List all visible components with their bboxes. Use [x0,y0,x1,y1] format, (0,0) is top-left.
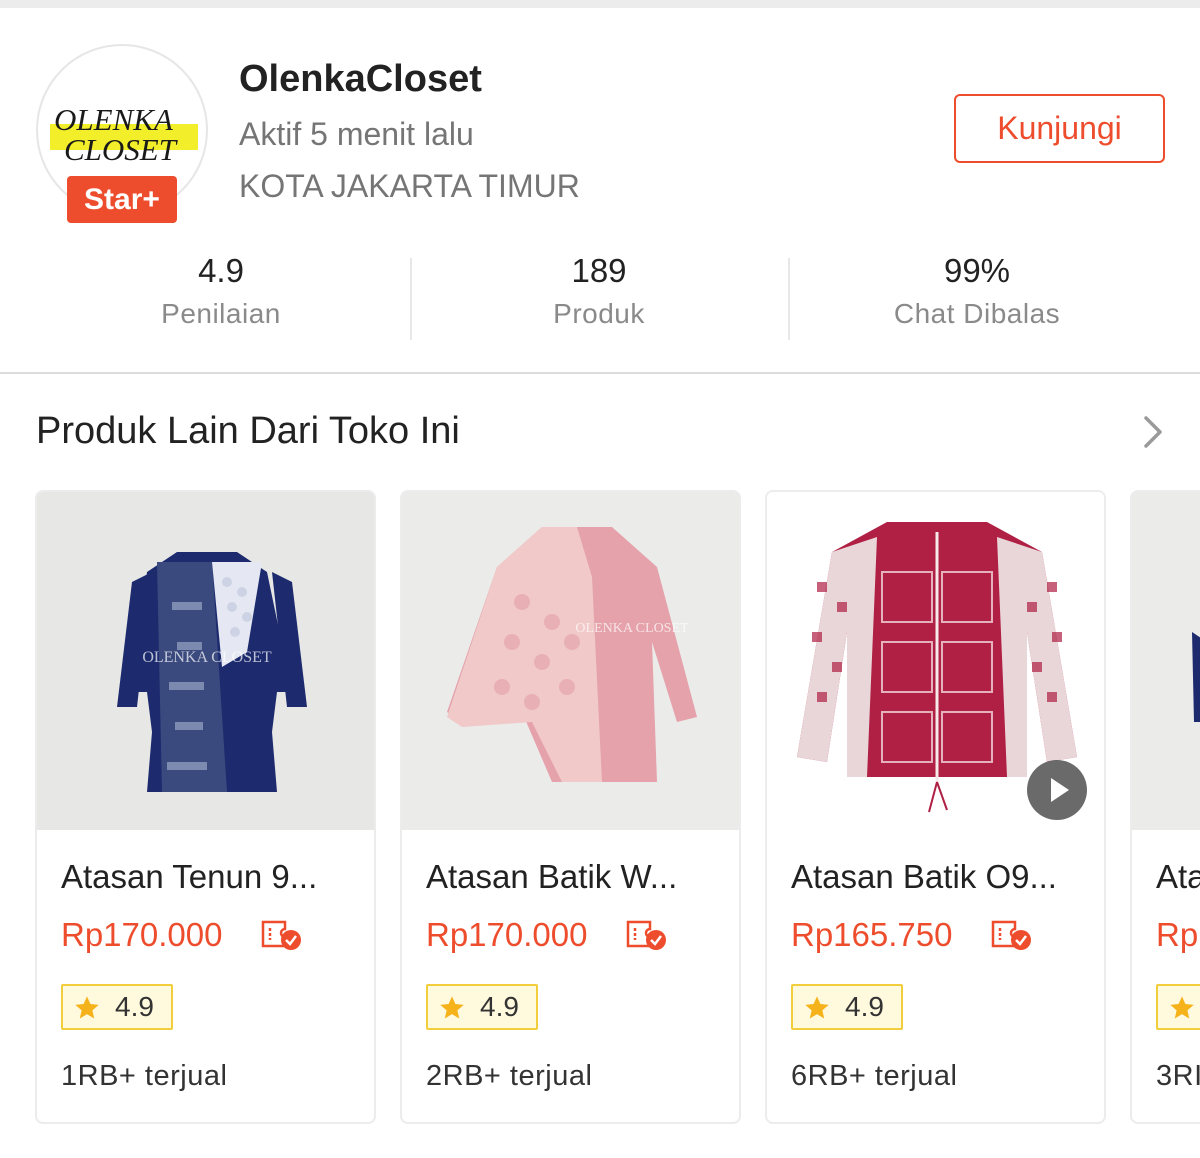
product-image[interactable]: OLENKA CLOSET [37,492,374,830]
visit-shop-button[interactable]: Kunjungi [954,94,1165,163]
rating-badge: 4.9 [791,984,903,1030]
logo-text-line2: CLOSET [64,132,176,167]
logo-text-line1: OLENKA [54,102,173,137]
product-title[interactable]: Atasan Batik O9... [791,858,1086,896]
shop-header: OLENKA CLOSET Star+ OlenkaCloset Aktif 5… [0,8,1200,373]
sold-count: 1RB+ terjual [61,1060,228,1092]
product-card[interactable]: Ata Rp 3RI [1130,490,1200,1124]
product-price: Rp170.000 [61,916,223,953]
rating-value: 4.9 [115,991,154,1022]
product-watermark: OLENKA CLOSET [142,649,272,666]
product-card[interactable]: OLENKA CLOSET Atasan Batik W... Rp170.00… [400,490,741,1124]
star-icon [1170,996,1194,1019]
product-card[interactable]: OLENKA CLOSET Atasan Tenun 9... Rp170.00… [35,490,376,1124]
star-icon [75,996,99,1019]
stat-label: Penilaian [161,298,281,329]
product-illustration: OLENKA CLOSET [37,492,374,830]
shop-active-status: Aktif 5 menit lalu [239,116,474,152]
stat-label: Chat Dibalas [893,298,1061,329]
star-icon [440,996,464,1019]
product-price: Rp170.000 [426,916,588,953]
star-icon [805,996,829,1019]
stat-rating: 4.9 Penilaian [32,248,410,330]
product-title[interactable]: Atasan Tenun 9... [61,858,356,896]
sold-count: 6RB+ terjual [791,1060,958,1092]
rating-badge: 4.9 [426,984,538,1030]
product-illustration [1132,492,1200,830]
product-watermark: OLENKA CLOSET [575,621,689,636]
video-play-button[interactable] [1027,760,1087,820]
stat-value: 4.9 [198,252,244,289]
shop-name: OlenkaCloset [239,58,482,100]
voucher-check-icon [261,920,301,950]
product-image[interactable]: OLENKA CLOSET [402,492,739,830]
shop-location: KOTA JAKARTA TIMUR [239,168,580,204]
stat-label: Produk [553,298,645,329]
product-card[interactable]: Atasan Batik O9... Rp165.750 4.9 6RB+ te… [765,490,1106,1124]
voucher-check-icon [991,920,1031,950]
rating-value: 4.9 [480,991,519,1022]
product-title[interactable]: Ata [1156,858,1200,896]
stat-value: 189 [571,252,627,289]
product-price: Rp165.750 [791,916,953,953]
product-title[interactable]: Atasan Batik W... [426,858,721,896]
chevron-right-icon[interactable] [1138,412,1168,452]
rating-badge [1156,984,1200,1030]
rating-badge: 4.9 [61,984,173,1030]
product-image[interactable] [1132,492,1200,830]
star-plus-badge: Star+ [67,176,177,223]
sold-count: 2RB+ terjual [426,1060,593,1092]
sold-count: 3RI [1156,1060,1200,1092]
product-price: Rp [1156,916,1199,953]
section-title: Produk Lain Dari Toko Ini [36,410,460,452]
voucher-check-icon [626,920,666,950]
top-strip [0,0,1200,8]
product-illustration: OLENKA CLOSET [402,492,739,830]
product-image[interactable] [767,492,1104,830]
stat-products: 189 Produk [410,248,788,330]
stat-value: 99% [943,252,1011,289]
stat-chat-response: 99% Chat Dibalas [788,248,1166,330]
play-icon [1051,778,1069,802]
rating-value: 4.9 [845,991,884,1022]
section-separator [0,372,1200,374]
